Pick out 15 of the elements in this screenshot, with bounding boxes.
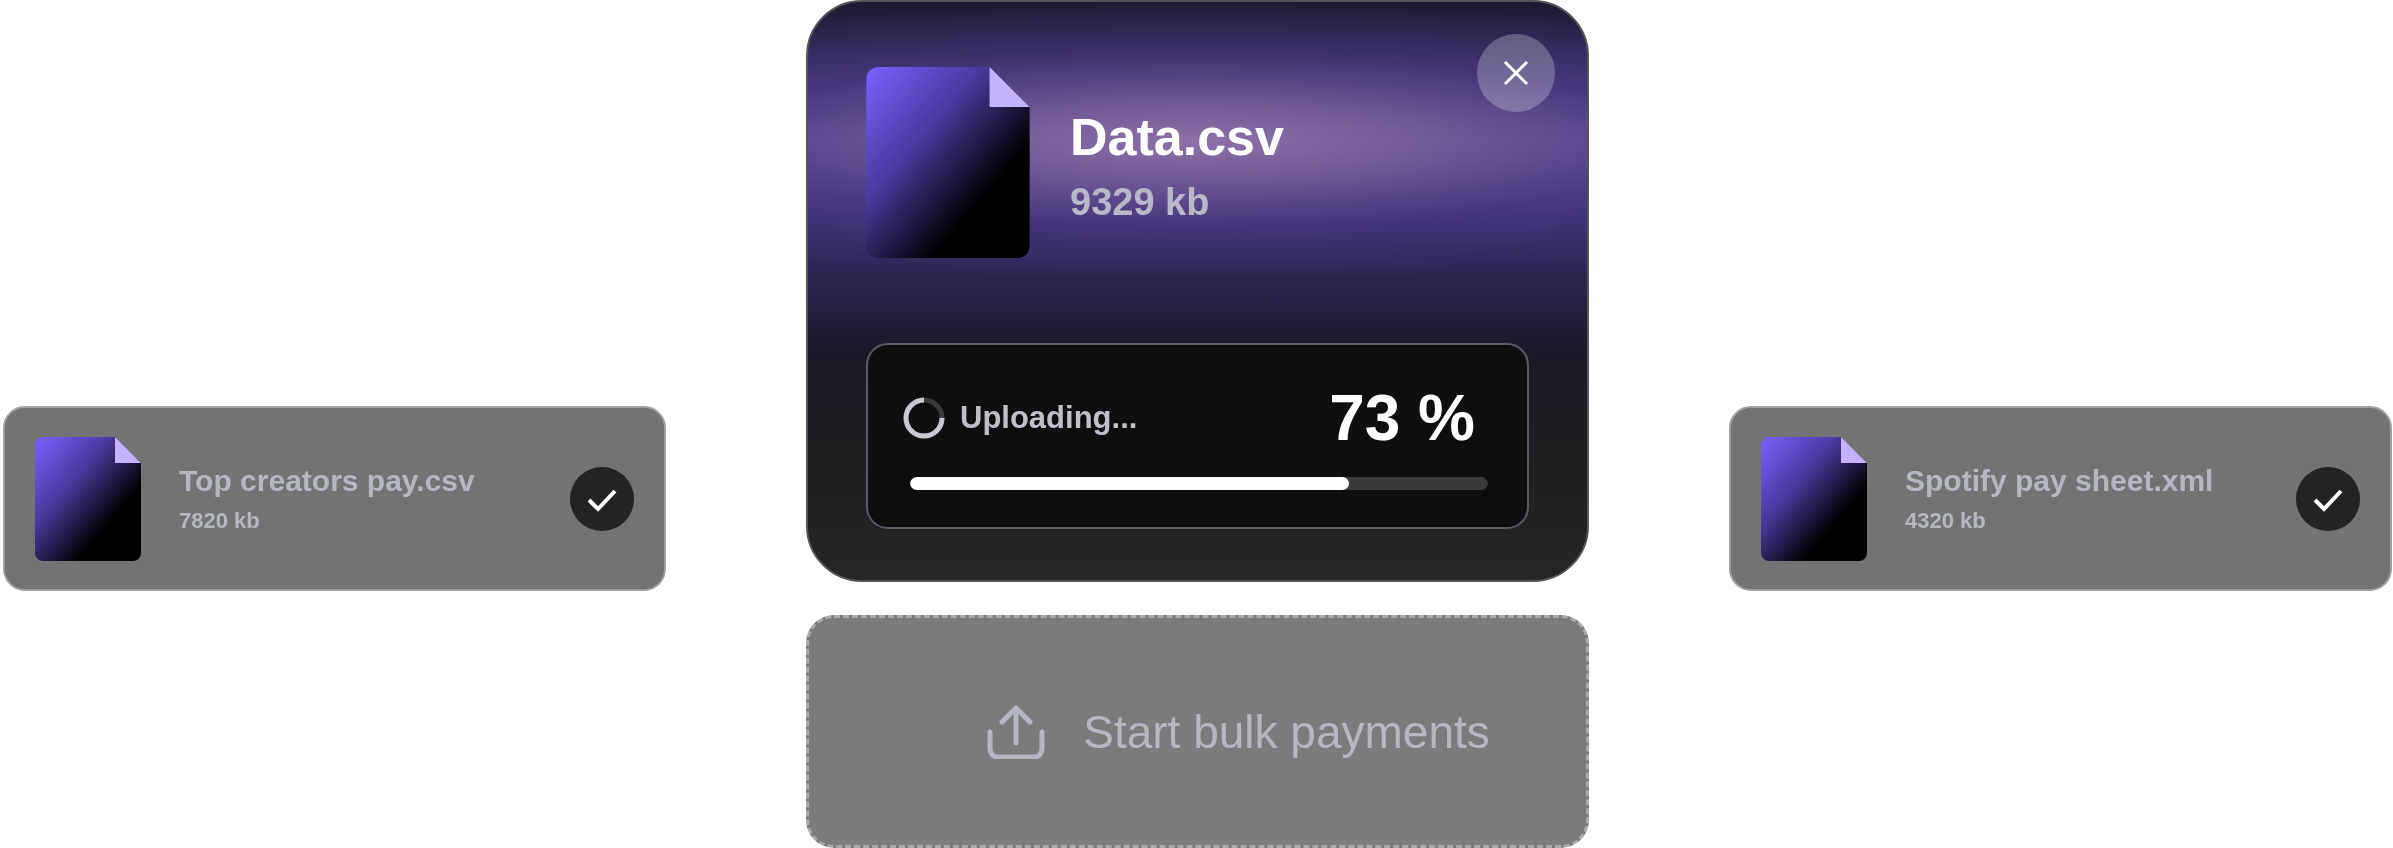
file-icon — [1761, 436, 1867, 561]
close-icon — [1501, 58, 1531, 88]
file-size: 9329 kb — [1070, 181, 1211, 224]
file-size: 4320 kb — [1905, 507, 1987, 534]
file-name: Data.csv — [1070, 107, 1284, 167]
file-icon — [866, 67, 1030, 258]
file-name: Top creators pay.csv — [179, 463, 476, 498]
percent-text: 73 % — [1329, 381, 1475, 455]
file-name: Spotify pay sheet.xml — [1905, 463, 2215, 498]
spinner-icon — [902, 396, 946, 440]
file-size: 7820 kb — [179, 507, 261, 534]
upload-icon — [985, 704, 1048, 759]
status-text: Uploading... — [960, 400, 1139, 436]
file-icon — [35, 436, 141, 561]
bulk-payments-button[interactable]: Start bulk payments — [806, 615, 1589, 848]
